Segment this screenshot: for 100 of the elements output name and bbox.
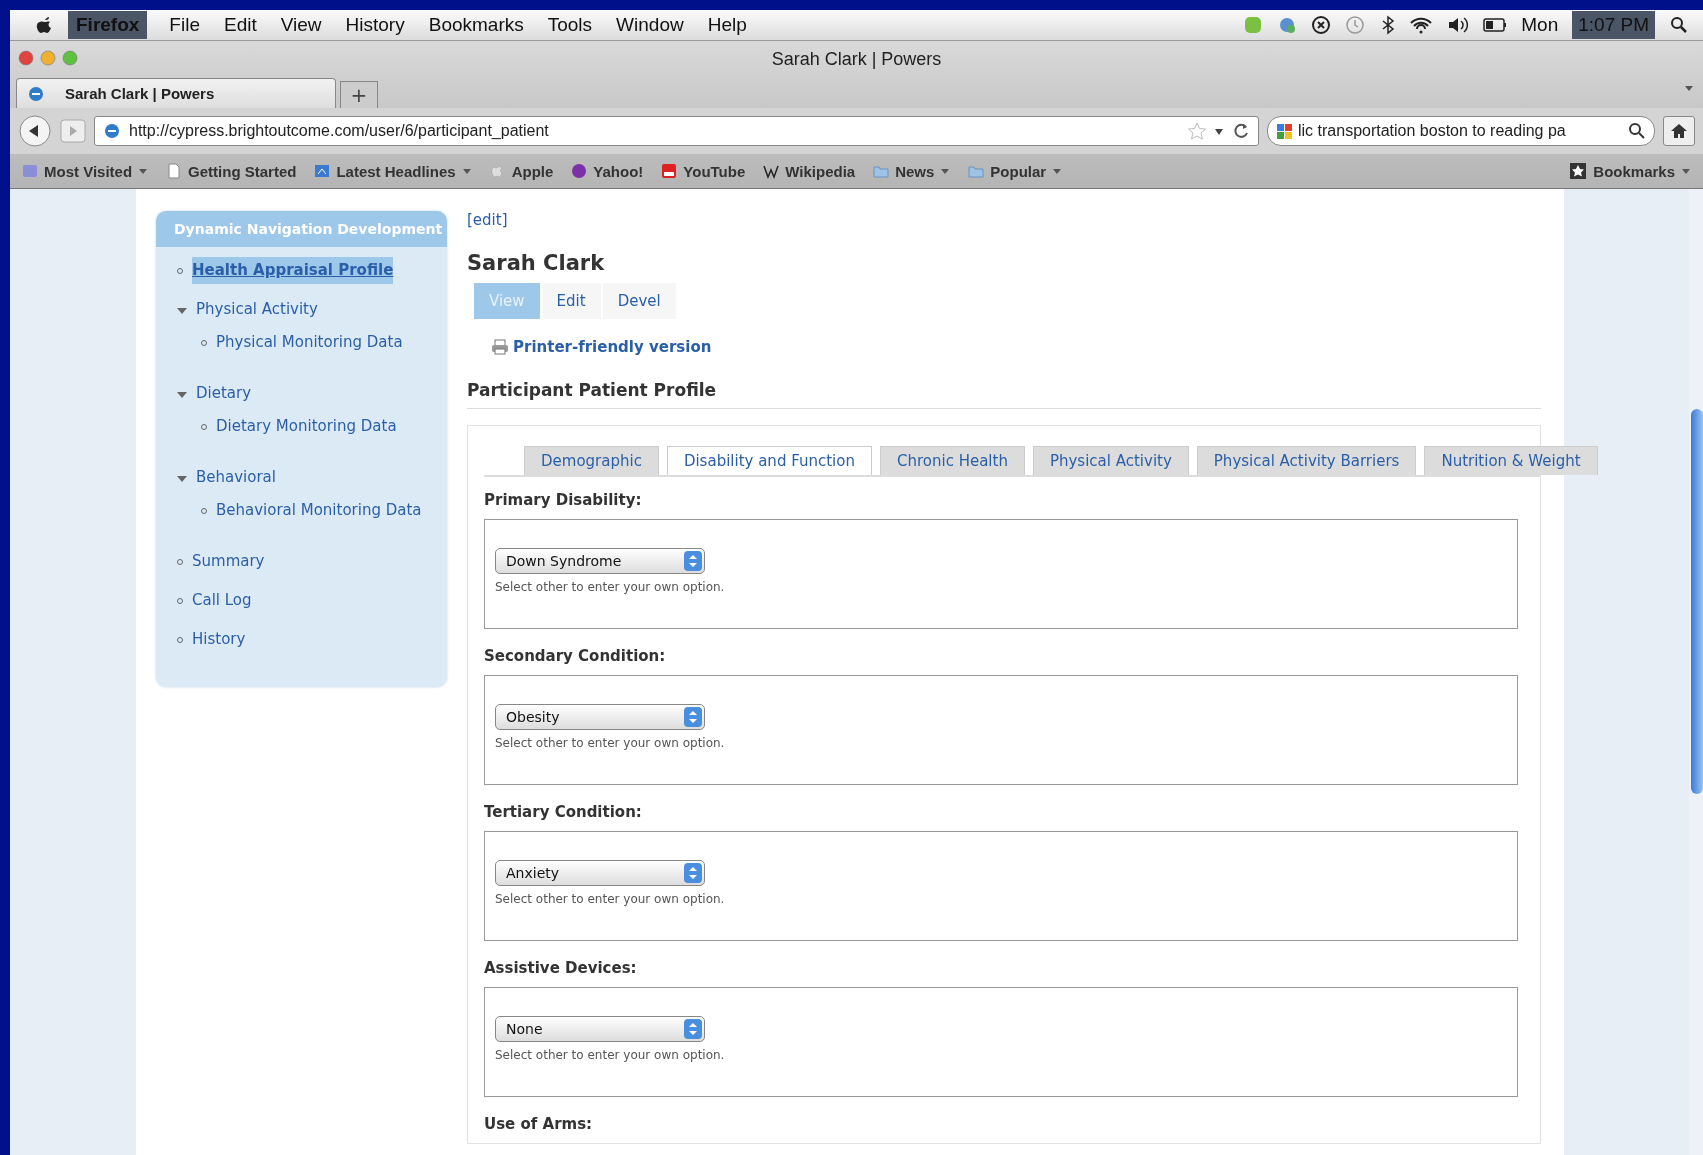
nav-link[interactable]: Behavioral <box>196 464 276 491</box>
bullet-icon <box>176 597 184 605</box>
printer-icon <box>491 338 509 356</box>
back-button[interactable] <box>18 114 52 148</box>
field-hint: Select other to enter your own option. <box>495 892 726 906</box>
search-icon <box>1669 15 1689 35</box>
dropdown-icon <box>138 167 149 175</box>
bookmark-item[interactable]: Wikipedia <box>763 162 856 180</box>
select-dropdown[interactable]: Anxiety <box>495 860 705 886</box>
bullet-icon <box>200 339 208 347</box>
menu-item[interactable]: Bookmarks <box>416 14 536 36</box>
nav-link[interactable]: Physical Activity <box>196 296 318 323</box>
stepper-icon <box>684 707 702 727</box>
form-tab[interactable]: Demographic <box>524 446 659 475</box>
form-tab[interactable]: Disability and Function <box>666 446 872 475</box>
menu-item[interactable]: Edit <box>212 14 269 36</box>
home-icon <box>1669 121 1689 141</box>
field-label: Secondary Condition: <box>484 647 667 665</box>
menu-item[interactable]: Window <box>604 14 696 36</box>
youtube-icon <box>661 163 678 179</box>
page-icon <box>166 163 183 179</box>
bookmark-list-icon <box>22 163 38 179</box>
select-dropdown[interactable]: None <box>495 1016 705 1042</box>
field-label: Tertiary Condition: <box>484 803 643 821</box>
form-tab[interactable]: Physical Activity Barriers <box>1196 446 1417 475</box>
bullet-icon <box>200 507 208 515</box>
select-dropdown[interactable]: Down Syndrome <box>495 548 705 574</box>
nav-link[interactable]: Summary <box>192 548 265 575</box>
bookmark-item[interactable]: YouTube <box>661 162 746 180</box>
bullet-icon <box>176 267 184 275</box>
printer-friendly-link[interactable]: Printer-friendly version <box>491 338 712 356</box>
expanded-arrow-icon <box>176 474 188 484</box>
reload-icon <box>1232 122 1250 140</box>
menu-item[interactable]: File <box>157 14 212 36</box>
chat-status-icon <box>1243 15 1264 35</box>
expanded-arrow-icon <box>176 306 188 316</box>
close-button[interactable] <box>18 50 34 66</box>
bullet-icon <box>176 636 184 644</box>
search-engine-icon <box>1276 122 1294 140</box>
bookmark-item[interactable]: News <box>873 162 951 180</box>
browser-tab[interactable]: Sarah Clark | Powers <box>16 78 336 108</box>
zoom-button[interactable] <box>62 50 78 66</box>
search-field[interactable]: lic transportation boston to reading pa <box>1267 116 1655 146</box>
nav-link[interactable]: Behavioral Monitoring Data <box>216 497 422 524</box>
sync-icon <box>1277 15 1298 35</box>
nav-link[interactable]: Health Appraisal Profile <box>192 257 394 284</box>
bookmarks-menu[interactable]: Bookmarks <box>1569 162 1691 180</box>
dropdown-icon <box>461 167 472 175</box>
field-hint: Select other to enter your own option. <box>495 580 726 594</box>
address-bar[interactable]: http://cypress.brightoutcome.com/user/6/participant_patient <box>94 116 1259 146</box>
status-icon <box>1311 15 1332 35</box>
edit-link[interactable]: [edit] <box>467 211 508 229</box>
minimize-button[interactable] <box>40 50 56 66</box>
expanded-arrow-icon <box>176 390 188 400</box>
bookmark-item[interactable]: Yahoo! <box>571 162 644 180</box>
field-hint: Select other to enter your own option. <box>495 736 726 750</box>
bookmark-item[interactable]: Most Visited <box>22 162 149 180</box>
folder-icon <box>968 163 985 179</box>
field-label: Use of Arms: <box>484 1115 594 1133</box>
nav-link[interactable]: Physical Monitoring Data <box>216 329 403 356</box>
nav-link[interactable]: History <box>192 626 246 653</box>
bookmark-item[interactable]: Latest Headlines <box>314 162 472 180</box>
bookmark-item[interactable]: Getting Started <box>166 162 297 180</box>
yahoo-icon <box>571 163 588 179</box>
bookmarks-icon <box>1569 162 1588 180</box>
section-heading: Participant Patient Profile <box>467 380 1541 409</box>
field-label: Primary Disability: <box>484 491 643 509</box>
page-tab[interactable]: Devel <box>602 283 676 319</box>
bookmark-item[interactable]: Popular <box>968 162 1063 180</box>
wikipedia-icon <box>763 163 780 179</box>
form-tab[interactable]: Chronic Health <box>880 446 1025 475</box>
scrollbar-thumb[interactable] <box>1691 409 1703 794</box>
tab-list-icon <box>1683 83 1695 93</box>
battery-icon <box>1483 15 1508 35</box>
block-title: Dynamic Navigation Development <box>156 211 447 247</box>
home-button[interactable] <box>1663 116 1695 146</box>
page-tab[interactable]: Edit <box>541 283 601 319</box>
nav-link[interactable]: Call Log <box>192 587 252 614</box>
form-tab[interactable]: Nutrition & Weight <box>1424 446 1598 475</box>
menu-item[interactable]: View <box>268 14 334 36</box>
dropdown-icon <box>1052 167 1063 175</box>
bookmark-item[interactable]: Apple <box>489 162 554 180</box>
menu-item[interactable]: Tools <box>535 14 605 36</box>
select-dropdown[interactable]: Obesity <box>495 704 705 730</box>
menu-item[interactable]: Help <box>695 14 759 36</box>
wifi-icon <box>1409 15 1434 35</box>
globe-icon <box>103 122 121 140</box>
nav-link[interactable]: Dietary Monitoring Data <box>216 413 397 440</box>
form-tab[interactable]: Physical Activity <box>1032 446 1189 475</box>
new-tab-button[interactable]: + <box>340 81 378 108</box>
menu-item[interactable]: History <box>333 14 417 36</box>
nav-link[interactable]: Dietary <box>196 380 252 407</box>
search-icon <box>1628 122 1646 140</box>
dropdown-icon <box>1681 167 1691 175</box>
folder-icon <box>873 163 890 179</box>
feed-icon <box>314 163 331 179</box>
star-icon <box>1188 122 1206 140</box>
field-label: Assistive Devices: <box>484 959 638 977</box>
field-hint: Select other to enter your own option. <box>495 1048 726 1062</box>
stepper-icon <box>684 551 702 571</box>
